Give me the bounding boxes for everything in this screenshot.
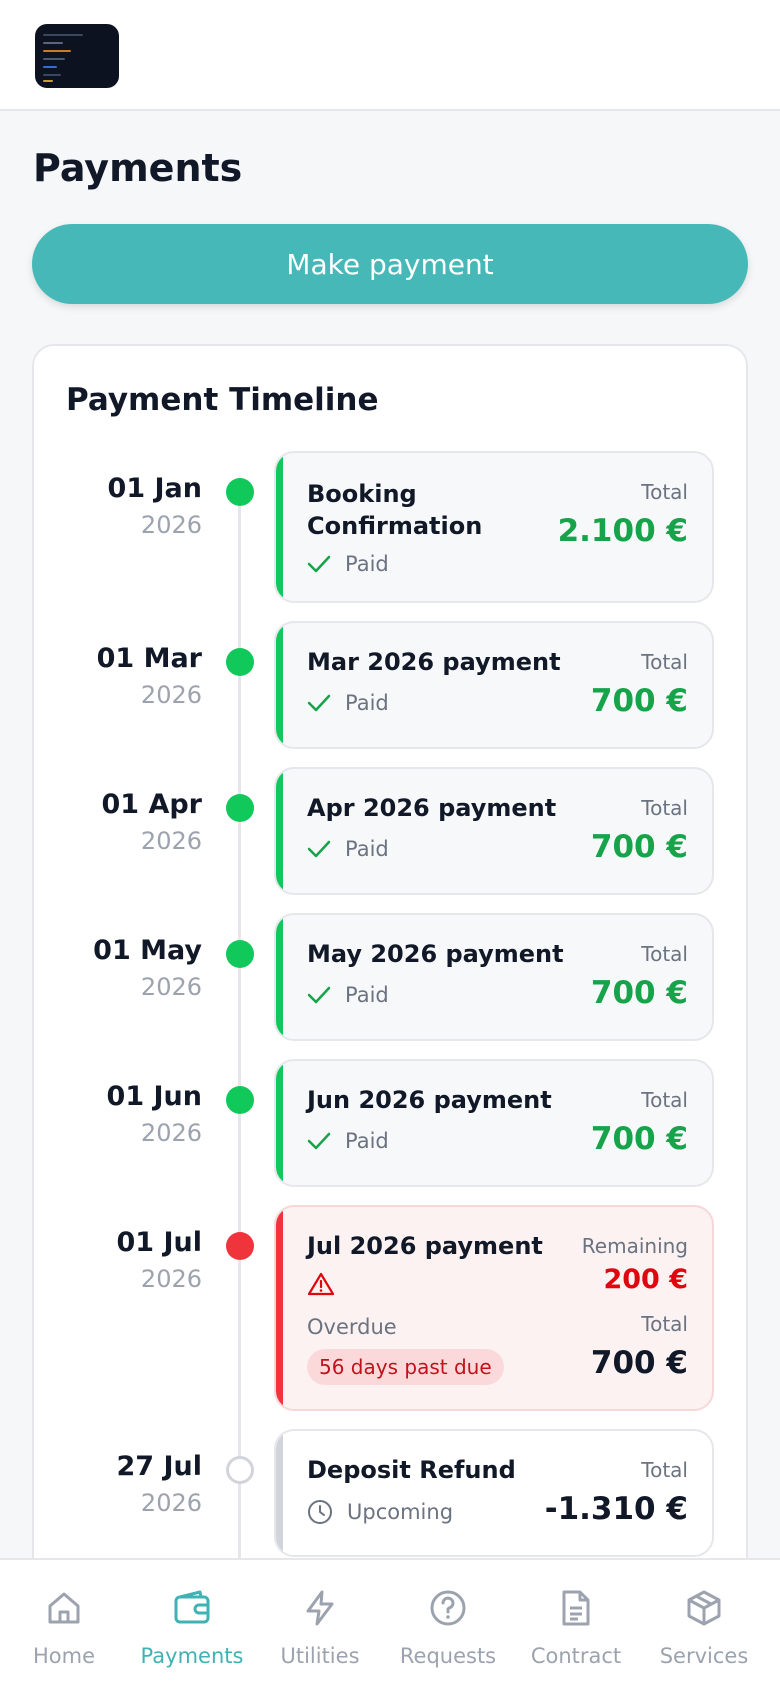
payment-status: Paid bbox=[307, 552, 389, 576]
payment-status: Paid bbox=[307, 837, 389, 861]
page-title: Payments bbox=[33, 146, 243, 190]
nav-label: Payments bbox=[140, 1644, 244, 1668]
app-logo[interactable] bbox=[35, 24, 119, 88]
nav-label: Services bbox=[659, 1644, 749, 1668]
timeline-date: 01 Apr bbox=[101, 789, 202, 820]
document-icon bbox=[562, 1590, 590, 1626]
timeline-year: 2026 bbox=[140, 827, 202, 855]
top-bar bbox=[0, 0, 780, 111]
status-label: Overdue bbox=[307, 1315, 397, 1339]
payment-card[interactable]: Apr 2026 payment Paid Total 700 € bbox=[274, 767, 714, 895]
timeline-year: 2026 bbox=[140, 511, 202, 539]
total-label: Total bbox=[641, 796, 688, 820]
payment-card[interactable]: Mar 2026 payment Paid Total 700 € bbox=[274, 621, 714, 749]
timeline-year: 2026 bbox=[140, 1265, 202, 1293]
status-label: Paid bbox=[345, 983, 389, 1007]
check-icon bbox=[307, 840, 331, 858]
nav-item-services[interactable]: Services bbox=[640, 1560, 768, 1688]
status-label: Paid bbox=[345, 552, 389, 576]
timeline-year: 2026 bbox=[140, 681, 202, 709]
status-dot-paid bbox=[226, 478, 254, 506]
payment-name: Deposit Refund bbox=[307, 1456, 516, 1484]
payment-name: Apr 2026 payment bbox=[307, 794, 557, 822]
payment-card[interactable]: Jul 2026 payment Overdue 56 days past du… bbox=[274, 1205, 714, 1411]
box-icon bbox=[687, 1590, 721, 1626]
remaining-amount: 200 € bbox=[603, 1264, 688, 1295]
payment-card[interactable]: Booking Confirmation Paid Total 2.100 € bbox=[274, 451, 714, 603]
warning-icon bbox=[307, 1272, 335, 1296]
payment-name: Jul 2026 payment bbox=[307, 1232, 543, 1260]
remaining-label: Remaining bbox=[581, 1234, 688, 1258]
total-amount: 700 € bbox=[590, 829, 688, 865]
nav-item-requests[interactable]: Requests bbox=[384, 1560, 512, 1688]
status-dot-paid bbox=[226, 940, 254, 968]
nav-label: Requests bbox=[399, 1644, 497, 1668]
question-circle-icon bbox=[430, 1590, 466, 1626]
total-label: Total bbox=[641, 1458, 688, 1482]
total-amount: 2.100 € bbox=[557, 513, 688, 549]
status-label: Paid bbox=[345, 691, 389, 715]
payment-name: Mar 2026 payment bbox=[307, 648, 561, 676]
status-label: Paid bbox=[345, 837, 389, 861]
status-dot-upcoming bbox=[226, 1456, 254, 1484]
payment-card[interactable]: Jun 2026 payment Paid Total 700 € bbox=[274, 1059, 714, 1187]
status-dot-paid bbox=[226, 1086, 254, 1114]
status-dot-overdue bbox=[226, 1232, 254, 1260]
status-dot-paid bbox=[226, 648, 254, 676]
timeline-title: Payment Timeline bbox=[66, 382, 379, 418]
timeline-date: 01 Mar bbox=[96, 643, 202, 674]
total-label: Total bbox=[641, 1088, 688, 1112]
bottom-nav: Home Payments Utilities Requests Contrac… bbox=[0, 1558, 780, 1688]
nav-label: Contract bbox=[530, 1644, 622, 1668]
payment-name: Booking Confirmation bbox=[307, 480, 483, 540]
timeline-date: 01 May bbox=[93, 935, 202, 966]
days-past-due-badge: 56 days past due bbox=[307, 1349, 504, 1385]
total-label: Total bbox=[641, 650, 688, 674]
nav-label: Home bbox=[32, 1644, 95, 1668]
check-icon bbox=[307, 694, 331, 712]
timeline-year: 2026 bbox=[140, 973, 202, 1001]
status-label: Upcoming bbox=[347, 1500, 454, 1524]
status-label: Paid bbox=[345, 1129, 389, 1153]
nav-item-home[interactable]: Home bbox=[0, 1560, 128, 1688]
payment-card[interactable]: May 2026 payment Paid Total 700 € bbox=[274, 913, 714, 1041]
nav-item-utilities[interactable]: Utilities bbox=[256, 1560, 384, 1688]
payment-status: Upcoming bbox=[307, 1499, 453, 1525]
timeline-date: 01 Jan bbox=[107, 473, 202, 504]
home-icon bbox=[48, 1592, 80, 1624]
total-label: Total bbox=[641, 942, 688, 966]
total-label: Total bbox=[641, 1312, 688, 1336]
total-amount: -1.310 € bbox=[544, 1491, 688, 1527]
clock-icon bbox=[308, 1500, 332, 1524]
timeline-year: 2026 bbox=[140, 1119, 202, 1147]
nav-item-payments[interactable]: Payments bbox=[128, 1560, 256, 1688]
payment-status: Paid bbox=[307, 691, 389, 715]
payment-card[interactable]: Deposit Refund Upcoming Total -1.310 € bbox=[274, 1429, 714, 1557]
check-icon bbox=[307, 986, 331, 1004]
timeline-year: 2026 bbox=[140, 1489, 202, 1517]
total-amount: 700 € bbox=[590, 1345, 688, 1381]
timeline-date: 01 Jun bbox=[106, 1081, 202, 1112]
payment-name: Jun 2026 payment bbox=[307, 1086, 552, 1114]
bolt-icon bbox=[306, 1590, 334, 1626]
nav-item-contract[interactable]: Contract bbox=[512, 1560, 640, 1688]
total-label: Total bbox=[641, 480, 688, 504]
total-amount: 700 € bbox=[590, 683, 688, 719]
check-icon bbox=[307, 555, 331, 573]
status-dot-paid bbox=[226, 794, 254, 822]
timeline-date: 27 Jul bbox=[116, 1451, 203, 1482]
total-amount: 700 € bbox=[590, 975, 688, 1011]
payment-status: Overdue bbox=[307, 1315, 397, 1339]
check-icon bbox=[307, 1132, 331, 1150]
total-amount: 700 € bbox=[590, 1121, 688, 1157]
payment-status: Paid bbox=[307, 1129, 389, 1153]
timeline-date: 01 Jul bbox=[116, 1227, 203, 1258]
wallet-icon bbox=[174, 1590, 210, 1624]
payment-name: May 2026 payment bbox=[307, 940, 564, 968]
payment-status: Paid bbox=[307, 983, 389, 1007]
nav-label: Utilities bbox=[280, 1644, 360, 1668]
make-payment-button[interactable]: Make payment bbox=[32, 224, 748, 304]
